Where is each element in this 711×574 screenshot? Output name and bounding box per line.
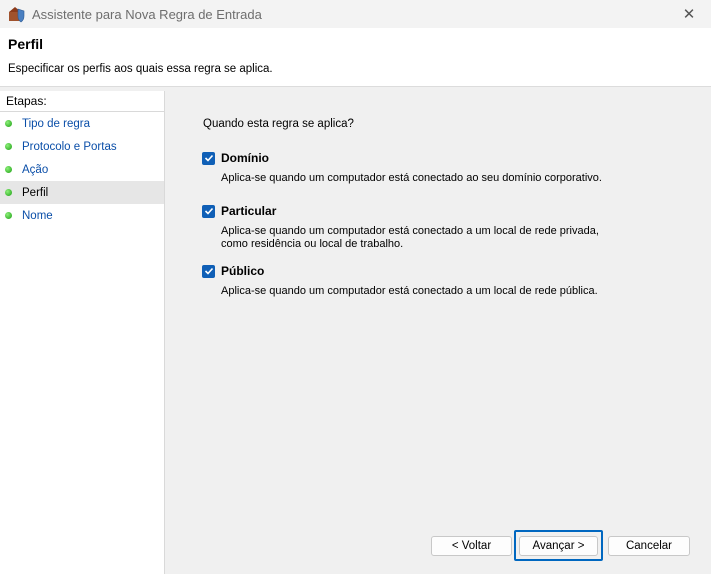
wizard-header: Perfil Especificar os perfis aos quais e… — [0, 28, 711, 87]
page-description: Especificar os perfis aos quais essa reg… — [8, 63, 273, 75]
checkmark-icon — [204, 154, 213, 162]
title-bar: Assistente para Nova Regra de Entrada ✕ — [0, 0, 711, 28]
option-publico: Público Aplica-se quando um computador e… — [202, 264, 702, 298]
particular-label[interactable]: Particular — [221, 204, 276, 218]
publico-checkbox[interactable] — [202, 264, 215, 278]
firewall-shield-icon — [9, 7, 25, 23]
next-button[interactable]: Avançar > — [519, 536, 598, 556]
publico-label[interactable]: Público — [221, 264, 264, 278]
particular-checkbox[interactable] — [202, 204, 215, 218]
green-dot-icon — [5, 120, 12, 127]
dominio-label[interactable]: Domínio — [221, 151, 269, 165]
close-button[interactable]: ✕ — [667, 0, 711, 28]
close-icon: ✕ — [682, 6, 696, 23]
green-dot-icon — [5, 189, 12, 196]
green-dot-icon — [5, 166, 12, 173]
cancel-button[interactable]: Cancelar — [608, 536, 690, 556]
checkmark-icon — [204, 207, 213, 215]
green-dot-icon — [5, 143, 12, 150]
dominio-checkbox[interactable] — [202, 151, 215, 165]
sidebar-item-label: Tipo de regra — [22, 117, 90, 130]
page-title: Perfil — [8, 36, 44, 52]
main-panel: Quando esta regra se aplica? Domínio Apl… — [165, 91, 711, 574]
sidebar-item-label: Perfil — [22, 186, 49, 199]
sidebar-item-perfil[interactable]: Perfil — [0, 181, 164, 204]
dominio-description: Aplica-se quando um computador está cone… — [221, 172, 602, 184]
question-label: Quando esta regra se aplica? — [203, 118, 354, 130]
checkmark-icon — [204, 267, 213, 275]
sidebar-item-acao[interactable]: Ação — [0, 158, 164, 181]
back-button[interactable]: < Voltar — [431, 536, 512, 556]
sidebar-item-label: Nome — [22, 209, 53, 222]
steps-sidebar: Etapas: Tipo de regra Protocolo e Portas… — [0, 91, 165, 574]
steps-heading: Etapas: — [0, 91, 164, 112]
option-particular: Particular Aplica-se quando um computado… — [202, 204, 702, 251]
publico-description: Aplica-se quando um computador está cone… — [221, 285, 598, 297]
sidebar-item-tipo-de-regra[interactable]: Tipo de regra — [0, 112, 164, 135]
option-dominio: Domínio Aplica-se quando um computador e… — [202, 151, 702, 185]
particular-description: Aplica-se quando um computador está cone… — [221, 225, 599, 250]
window-title: Assistente para Nova Regra de Entrada — [32, 6, 262, 22]
sidebar-item-nome[interactable]: Nome — [0, 204, 164, 227]
green-dot-icon — [5, 212, 12, 219]
sidebar-item-protocolo-e-portas[interactable]: Protocolo e Portas — [0, 135, 164, 158]
sidebar-item-label: Ação — [22, 163, 49, 176]
sidebar-item-label: Protocolo e Portas — [22, 140, 117, 153]
